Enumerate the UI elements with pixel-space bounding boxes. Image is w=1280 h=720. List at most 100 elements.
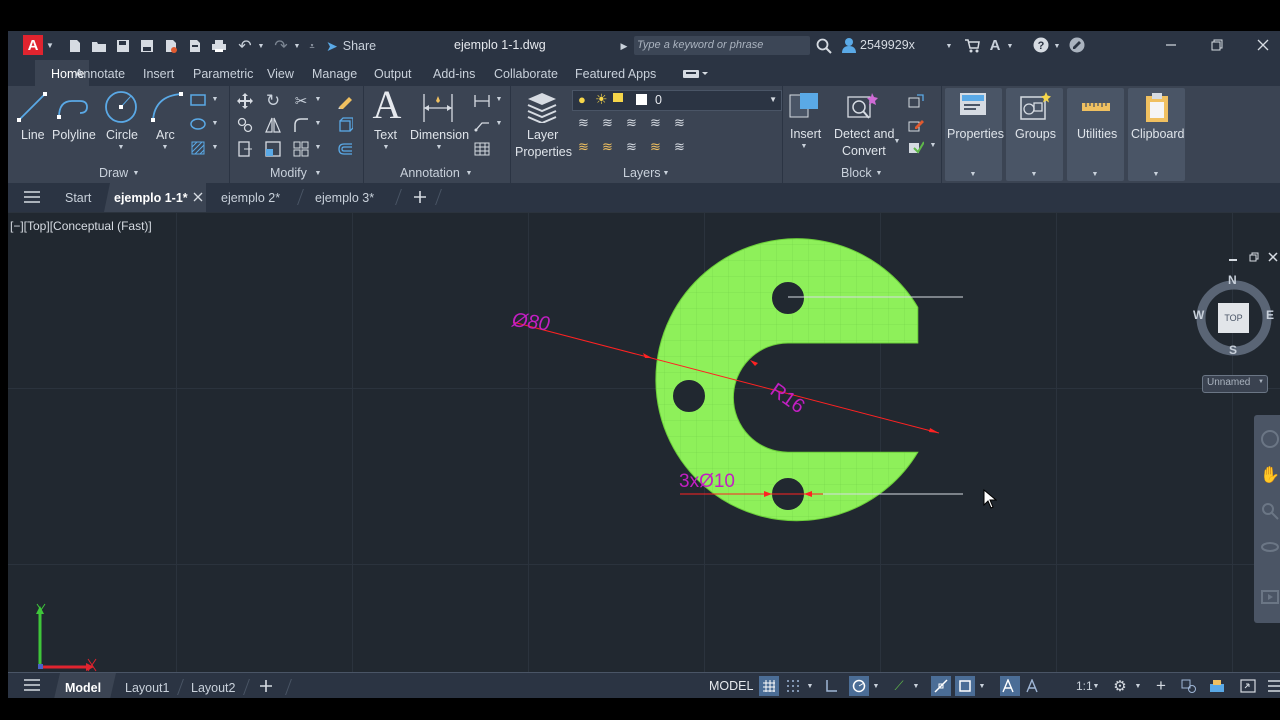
modify-panel-title[interactable]: Modify <box>270 166 307 180</box>
rotate-tool-icon[interactable]: ↻ <box>264 91 282 110</box>
new-layout-icon[interactable] <box>257 677 275 695</box>
circle-dropdown-icon[interactable]: ▼ <box>116 143 126 151</box>
line-tool-icon[interactable] <box>14 89 50 125</box>
file-tab-3-label[interactable]: ejemplo 3* <box>315 191 374 205</box>
linear-dimension-dropdown-icon[interactable]: ▼ <box>494 94 504 104</box>
detect-dropdown-icon[interactable]: ▼ <box>892 137 902 145</box>
file-tab-1-label[interactable]: ejemplo 1-1* <box>114 191 188 205</box>
stretch-tool-icon[interactable] <box>236 140 254 158</box>
rectangle-tool-icon[interactable] <box>189 92 207 108</box>
zoom-extents-icon[interactable] <box>1260 501 1280 521</box>
share-button[interactable]: ➤ Share <box>326 37 376 55</box>
block-panel-expand-icon[interactable]: ▼ <box>874 168 884 178</box>
auto-scale-icon[interactable] <box>1024 676 1044 696</box>
showmotion-icon[interactable] <box>1260 587 1280 607</box>
print-icon[interactable] <box>210 37 228 55</box>
hole-top[interactable] <box>771 281 805 315</box>
arc-dropdown-icon[interactable]: ▼ <box>160 143 170 151</box>
object-snap-icon[interactable] <box>955 676 975 696</box>
arc-tool-label[interactable]: Arc <box>156 128 175 142</box>
snap-dropdown-icon[interactable]: ▼ <box>805 681 815 691</box>
search-icon[interactable] <box>815 37 833 55</box>
fillet-tool-icon[interactable] <box>292 116 310 134</box>
file-tabs-menu-icon[interactable] <box>22 189 42 205</box>
array-dropdown-icon[interactable]: ▼ <box>313 142 323 152</box>
app-logo-button[interactable]: A <box>23 35 43 55</box>
annotation-scale-dropdown-icon[interactable]: ▼ <box>1091 681 1101 691</box>
dimension-tool-icon[interactable] <box>420 89 456 125</box>
fillet-dropdown-icon[interactable]: ▼ <box>313 118 323 128</box>
ribbon-tab-output[interactable]: Output <box>374 67 412 81</box>
pan-icon[interactable]: ✋ <box>1260 465 1280 485</box>
navigation-bar[interactable]: ✋ <box>1254 415 1280 623</box>
compass-south[interactable]: S <box>1229 343 1237 357</box>
gradient-tool-icon[interactable] <box>189 140 207 156</box>
ortho-mode-icon[interactable] <box>821 676 841 696</box>
erase-tool-icon[interactable] <box>336 92 354 110</box>
viewport-minimize-icon[interactable] <box>1226 250 1240 264</box>
ribbon-tab-add-ins[interactable]: Add-ins <box>433 67 475 81</box>
undo-dropdown-icon[interactable]: ▼ <box>256 39 266 53</box>
annotation-monitor-icon[interactable]: + <box>1151 676 1171 696</box>
holes-dimension-text[interactable]: 3xØ10 <box>679 471 735 493</box>
orbit-icon[interactable] <box>1260 537 1280 557</box>
arc-tool-icon[interactable] <box>149 89 185 125</box>
layer-off-icon[interactable]: ≋ <box>575 138 592 156</box>
grid-toggle-icon[interactable] <box>759 676 779 696</box>
object-snap-dropdown-icon[interactable]: ▼ <box>977 681 987 691</box>
ribbon-tab-parametric[interactable]: Parametric <box>193 67 253 81</box>
units-icon[interactable] <box>1179 676 1199 696</box>
layout2-tab[interactable]: Layout2 <box>191 681 235 695</box>
detect-convert-label-line1[interactable]: Detect and <box>834 127 894 141</box>
draw-panel-expand-icon[interactable]: ▼ <box>131 168 141 178</box>
search-expand-icon[interactable]: ▶ <box>619 39 629 53</box>
feedback-icon[interactable] <box>1068 36 1086 54</box>
explode-tool-icon[interactable] <box>336 116 354 134</box>
modify-panel-expand-icon[interactable]: ▼ <box>313 168 323 178</box>
layer-merge-icon[interactable]: ≋ <box>671 138 688 156</box>
dimension-dropdown-icon[interactable]: ▼ <box>434 143 444 151</box>
model-tab-label[interactable]: Model <box>65 681 101 695</box>
layer-freeze-tool-icon[interactable]: ≋ <box>599 138 616 156</box>
isodraft-dropdown-icon[interactable]: ▼ <box>911 681 921 691</box>
viewcube-top-face[interactable]: TOP <box>1218 303 1249 333</box>
create-block-icon[interactable] <box>907 92 925 110</box>
line-tool-label[interactable]: Line <box>21 128 45 142</box>
viewcube[interactable]: TOP N S W E <box>1193 273 1274 357</box>
diameter-dimension-text[interactable]: Ø80 <box>511 309 551 336</box>
isolate-objects-icon[interactable] <box>1207 676 1227 696</box>
save-web-icon[interactable] <box>186 37 204 55</box>
ribbon-tab-collaborate[interactable]: Collaborate <box>494 67 558 81</box>
polyline-tool-label[interactable]: Polyline <box>52 128 96 142</box>
trim-tool-icon[interactable]: ✂ <box>292 92 310 110</box>
block-attributes-dropdown-icon[interactable]: ▼ <box>928 140 938 150</box>
user-dropdown-icon[interactable]: ▼ <box>944 39 954 53</box>
mirror-tool-icon[interactable] <box>264 116 282 134</box>
save-icon[interactable] <box>114 37 132 55</box>
start-tab[interactable]: Start <box>65 191 91 205</box>
new-file-icon[interactable] <box>66 37 84 55</box>
array-tool-icon[interactable] <box>292 140 310 158</box>
open-folder-icon[interactable] <box>90 37 108 55</box>
viewport-restore-icon[interactable] <box>1247 250 1261 264</box>
app-menu-chevron-icon[interactable]: ▼ <box>45 39 55 51</box>
block-attributes-icon[interactable] <box>907 138 925 156</box>
user-icon[interactable] <box>840 36 858 54</box>
help-dropdown-icon[interactable]: ▼ <box>1052 39 1062 53</box>
redo-dropdown-icon[interactable]: ▼ <box>292 39 302 53</box>
restore-icon[interactable] <box>1208 36 1226 54</box>
ribbon-tab-featured-apps[interactable]: Featured Apps <box>575 67 656 81</box>
undo-icon[interactable]: ↶ <box>234 37 256 55</box>
a360-dropdown-icon[interactable]: ▼ <box>1005 39 1015 53</box>
close-window-icon[interactable] <box>1254 36 1272 54</box>
text-dropdown-icon[interactable]: ▼ <box>381 143 391 151</box>
text-tool-label[interactable]: Text <box>374 128 397 142</box>
save-as-icon[interactable] <box>138 37 156 55</box>
customization-icon[interactable] <box>1265 676 1280 696</box>
layer-unisolate-icon[interactable]: ≋ <box>671 114 688 132</box>
block-panel-title[interactable]: Block <box>841 166 872 180</box>
compass-east[interactable]: E <box>1266 308 1274 322</box>
leader-tool-icon[interactable] <box>473 116 491 134</box>
annotation-panel-title[interactable]: Annotation <box>400 166 460 180</box>
workspace-dropdown-icon[interactable]: ▼ <box>1133 681 1143 691</box>
